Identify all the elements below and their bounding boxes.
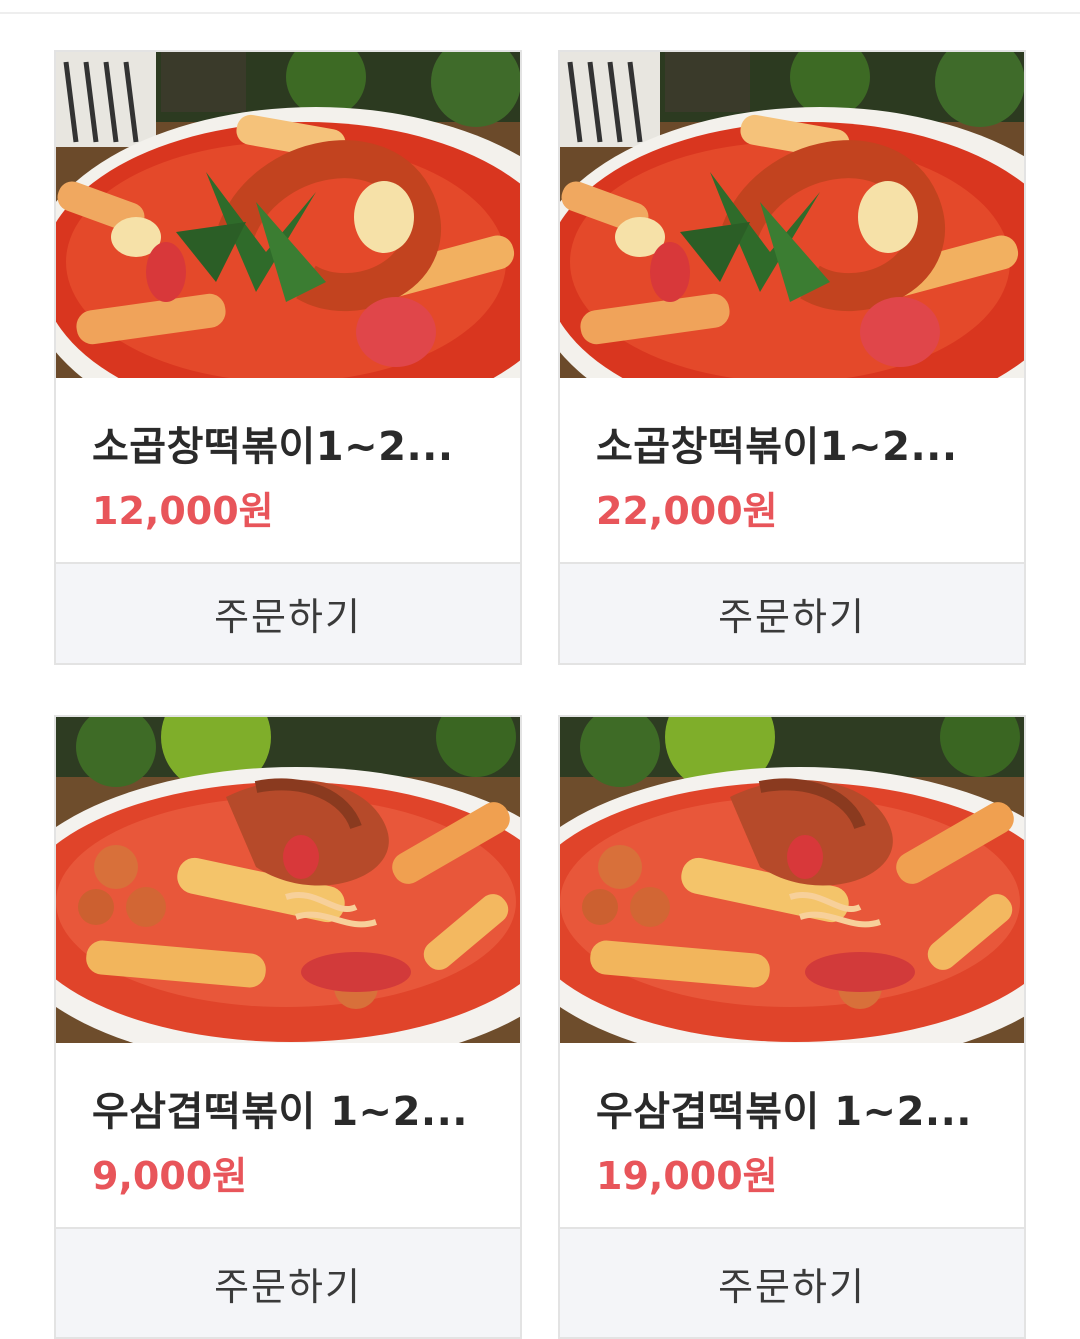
product-title[interactable]: 우삼겹떡볶이 1~2... [92,1079,492,1137]
product-info: 소곱창떡볶이1~2... 12,000원 [56,378,520,560]
product-price: 12,000원 [92,489,274,533]
product-info: 우삼겹떡볶이 1~2... 9,000원 [56,1043,520,1225]
product-grid: 소곱창떡볶이1~2... 12,000원 주문하기 소곱창떡볶이1~2... 2… [54,50,1026,1339]
top-divider [0,0,1080,14]
product-price: 9,000원 [92,1154,248,1198]
product-image-gopchang[interactable] [56,52,520,378]
order-button[interactable]: 주문하기 [56,1227,520,1337]
order-button[interactable]: 주문하기 [56,562,520,663]
product-title[interactable]: 소곱창떡볶이1~2... [92,414,492,472]
product-card[interactable]: 소곱창떡볶이1~2... 22,000원 주문하기 [558,50,1026,665]
product-card[interactable]: 소곱창떡볶이1~2... 12,000원 주문하기 [54,50,522,665]
product-price: 19,000원 [596,1154,778,1198]
order-button[interactable]: 주문하기 [560,1227,1024,1337]
order-button[interactable]: 주문하기 [560,562,1024,663]
product-info: 소곱창떡볶이1~2... 22,000원 [560,378,1024,560]
product-info: 우삼겹떡볶이 1~2... 19,000원 [560,1043,1024,1225]
product-title[interactable]: 우삼겹떡볶이 1~2... [596,1079,996,1137]
product-card[interactable]: 우삼겹떡볶이 1~2... 19,000원 주문하기 [558,715,1026,1339]
product-price: 22,000원 [596,489,778,533]
product-image-usamgyeop[interactable] [56,717,520,1043]
product-card[interactable]: 우삼겹떡볶이 1~2... 9,000원 주문하기 [54,715,522,1339]
product-image-usamgyeop[interactable] [560,717,1024,1043]
product-image-gopchang[interactable] [560,52,1024,378]
product-title[interactable]: 소곱창떡볶이1~2... [596,414,996,472]
